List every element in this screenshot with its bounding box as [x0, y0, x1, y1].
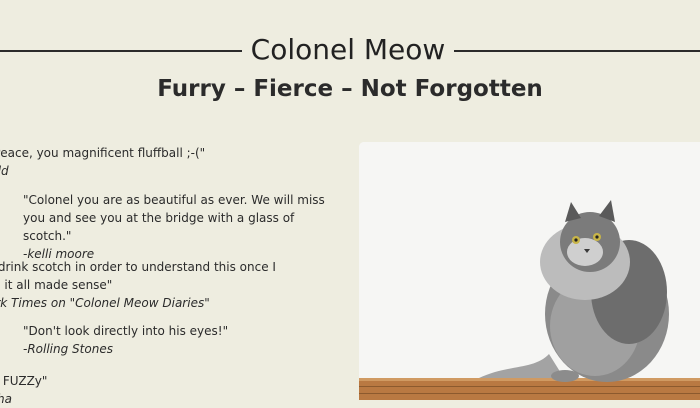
cat-illustration: [359, 142, 700, 400]
quote-item: n Peace, you magnificent fluffball ;-(" …: [0, 144, 222, 180]
quote-text: "Colonel you are as beautiful as ever. W…: [23, 193, 325, 243]
quote-author: York Times on "Colonel Meow Diaries": [0, 296, 210, 310]
quote-text: "Don't look directly into his eyes!": [23, 324, 229, 338]
page-subtitle: Furry – Fierce – Not Forgotten: [157, 76, 543, 102]
quote-author: ueha: [0, 392, 12, 406]
cat-photo: [359, 142, 700, 400]
quote-text: SO FUZZy": [0, 374, 48, 388]
quote-item: "Colonel you are as beautiful as ever. W…: [23, 191, 343, 263]
quote-text: to drink scotch in order to understand t…: [0, 260, 276, 292]
quote-text: n Peace, you magnificent fluffball ;-(": [0, 146, 206, 160]
title-divider-left: [0, 50, 242, 52]
quote-author: -Rolling Stones: [23, 342, 113, 356]
quote-author: Cold: [0, 164, 9, 178]
quote-item: SO FUZZy" ueha: [0, 372, 182, 408]
title-divider-right: [454, 50, 700, 52]
quote-item: to drink scotch in order to understand t…: [0, 258, 282, 312]
page-title: Colonel Meow: [250, 33, 446, 66]
quote-item: "Don't look directly into his eyes!" -Ro…: [23, 322, 343, 358]
page-header: Colonel Meow: [0, 28, 700, 72]
